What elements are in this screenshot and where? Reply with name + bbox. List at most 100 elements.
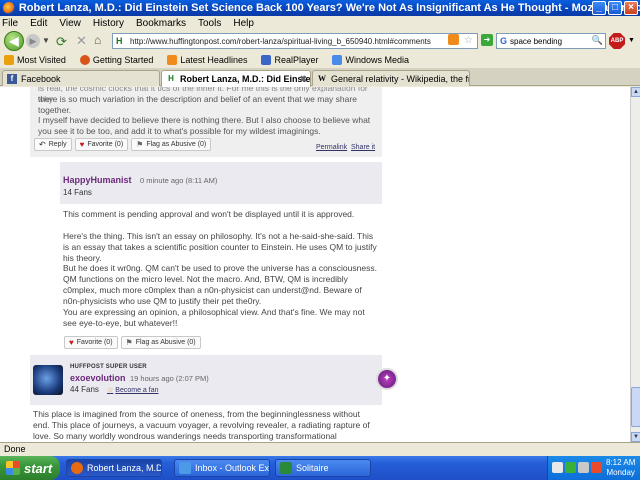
comment-text: But he does it wr0ng. QM can't be used t…	[63, 263, 377, 306]
clock[interactable]: 8:12 AM Monday	[606, 458, 635, 478]
star-folder-icon	[4, 55, 14, 65]
comment-timestamp: 19 hours ago (2:07 PM)	[130, 374, 209, 383]
scrollbar-thumb[interactable]	[631, 387, 640, 427]
menu-edit[interactable]: Edit	[30, 18, 47, 29]
comment-actions: ♥ Favorite (0) ⚑ Flag as Abusive (0)	[64, 335, 204, 349]
firefox-icon	[79, 55, 90, 65]
bookmark-most-visited[interactable]: Most Visited	[4, 55, 66, 65]
outlook-express-icon	[179, 462, 191, 474]
menu-help[interactable]: Help	[233, 18, 254, 29]
favorite-button[interactable]: ♥ Favorite (0)	[74, 137, 129, 151]
permalink-link[interactable]: Permalink	[316, 144, 347, 151]
taskbar-item-solitaire[interactable]: Solitaire	[275, 459, 371, 477]
flag-abusive-button[interactable]: ⚑ Flag as Abusive (0)	[131, 137, 212, 151]
bookmark-star-icon[interactable]: ☆	[464, 35, 473, 46]
taskbar-item-outlook-express[interactable]: Inbox - Outlook Exp...	[174, 459, 270, 477]
search-value[interactable]: space bending	[510, 37, 562, 46]
page-content[interactable]: is real, the cosmic clocks that it tics …	[0, 87, 630, 442]
heart-icon: ♥	[79, 139, 85, 149]
flag-abusive-button[interactable]: ⚑ Flag as Abusive (0)	[120, 335, 201, 349]
status-bar: Done	[0, 442, 640, 456]
firefox-icon	[3, 2, 15, 14]
adblock-dropdown-icon[interactable]: ▼	[628, 37, 635, 44]
site-favicon: H	[116, 36, 123, 46]
minimize-button[interactable]: _	[592, 1, 606, 15]
super-user-label: HUFFPOST SUPER USER	[70, 364, 147, 370]
facebook-icon: f	[7, 73, 17, 84]
share-link[interactable]: Share it	[351, 144, 375, 151]
scroll-down-icon[interactable]: ▼	[631, 432, 640, 442]
fan-count: 44 Fans	[70, 385, 99, 394]
url-bar[interactable]: H http://www.huffingtonpost.com/robert-l…	[112, 33, 478, 49]
comment-text: there is so much variation in the descri…	[38, 94, 357, 115]
comment-text: I myself have decided to believe there i…	[38, 115, 371, 136]
menu-file[interactable]: File	[2, 18, 18, 29]
huffpost-icon: H	[168, 74, 174, 83]
go-button[interactable]: ➜	[481, 34, 493, 46]
history-dropdown-icon[interactable]: ▼	[42, 36, 50, 45]
tray-network-icon[interactable]	[552, 462, 563, 473]
stop-button[interactable]: ✕	[76, 33, 87, 49]
super-user-badge-icon: ✦	[376, 368, 398, 390]
tab-strip: f Facebook H Robert Lanza, M.D.: Did Ein…	[0, 68, 640, 87]
vertical-scrollbar[interactable]: ▲ ▼	[630, 87, 640, 442]
menu-view[interactable]: View	[59, 18, 81, 29]
back-button[interactable]: ◀	[4, 31, 24, 51]
title-bar: Robert Lanza, M.D.: Did Einstein Set Sci…	[0, 0, 640, 16]
home-button[interactable]: ⌂	[94, 33, 101, 47]
window-title: Robert Lanza, M.D.: Did Einstein Set Sci…	[18, 2, 640, 14]
clock-day: Monday	[606, 468, 635, 477]
google-search-engine-icon[interactable]: G	[500, 36, 507, 46]
scroll-up-icon[interactable]: ▲	[631, 87, 640, 97]
close-button[interactable]: ×	[624, 1, 638, 15]
tray-flag-icon[interactable]	[591, 462, 602, 473]
system-tray: 8:12 AM Monday	[547, 456, 640, 480]
menu-bookmarks[interactable]: Bookmarks	[136, 18, 186, 29]
pending-notice: This comment is pending approval and won…	[63, 209, 355, 219]
avatar[interactable]	[33, 365, 63, 395]
forward-button[interactable]: ▶	[26, 34, 40, 48]
comment-text: You are expressing an opinion, a philoso…	[63, 307, 365, 328]
reply-icon: ↶	[39, 139, 46, 149]
close-tab-icon[interactable]: ✖	[299, 74, 307, 85]
windows-media-icon	[332, 55, 343, 65]
rss-feed-icon[interactable]	[448, 34, 459, 45]
menu-tools[interactable]: Tools	[198, 18, 221, 29]
tray-security-shield-icon[interactable]	[565, 462, 576, 473]
tab-huffington-post[interactable]: H Robert Lanza, M.D.: Did Einstein S... …	[161, 70, 311, 87]
reply-button[interactable]: ↶ Reply	[34, 137, 72, 151]
comment-actions: ↶ Reply ♥ Favorite (0) ⚑ Flag as Abusive (0…	[34, 137, 214, 151]
bookmark-realplayer[interactable]: RealPlayer	[261, 55, 318, 65]
commenter-name[interactable]: exoevolution	[70, 373, 126, 383]
comment-text: Here's the thing. This isn't an essay on…	[63, 231, 377, 263]
flag-icon: ⚑	[136, 139, 144, 149]
menu-history[interactable]: History	[93, 18, 124, 29]
search-icon[interactable]: 🔍	[592, 35, 603, 46]
reload-button[interactable]: ⟳	[56, 34, 67, 50]
adblock-plus-icon[interactable]: ABP	[609, 33, 625, 49]
tab-wikipedia[interactable]: W General relativity - Wikipedia, the fr…	[312, 70, 470, 86]
url-text[interactable]: http://www.huffingtonpost.com/robert-lan…	[130, 37, 431, 46]
bookmark-windows-media[interactable]: Windows Media	[332, 55, 409, 65]
start-button[interactable]: start	[0, 456, 60, 480]
bookmark-latest-headlines[interactable]: Latest Headlines	[167, 55, 247, 65]
bookmark-getting-started[interactable]: Getting Started	[79, 55, 153, 65]
taskbar-item-firefox[interactable]: Robert Lanza, M.D.:...	[66, 459, 162, 477]
realplayer-icon	[261, 55, 272, 65]
clock-time: 8:12 AM	[606, 458, 636, 467]
favorite-button[interactable]: ♥ Favorite (0)	[64, 335, 118, 349]
fan-count: 14 Fans	[63, 188, 92, 197]
navigation-toolbar: ◀ ▶ ▼ ⟳ ✕ ⌂ H http://www.huffingtonpost.…	[0, 30, 640, 52]
search-input[interactable]: G space bending 🔍	[496, 33, 606, 49]
tray-volume-icon[interactable]	[578, 462, 589, 473]
heart-icon: ♥	[69, 337, 74, 347]
bookmarks-toolbar: Most Visited Getting Started Latest Head…	[0, 52, 640, 68]
commenter-name[interactable]: HappyHumanist	[63, 175, 132, 185]
comment-text: This place is imagined from the source o…	[33, 409, 370, 441]
taskbar: start Robert Lanza, M.D.:... Inbox - Out…	[0, 456, 640, 480]
become-fan-link[interactable]: ☆ Become a fan	[107, 386, 158, 394]
tab-facebook[interactable]: f Facebook	[2, 70, 160, 86]
maximize-button[interactable]: □	[608, 1, 622, 15]
comment-timestamp: 0 minute ago (8:11 AM)	[140, 176, 218, 185]
menu-bar: File Edit View History Bookmarks Tools H…	[0, 16, 640, 30]
